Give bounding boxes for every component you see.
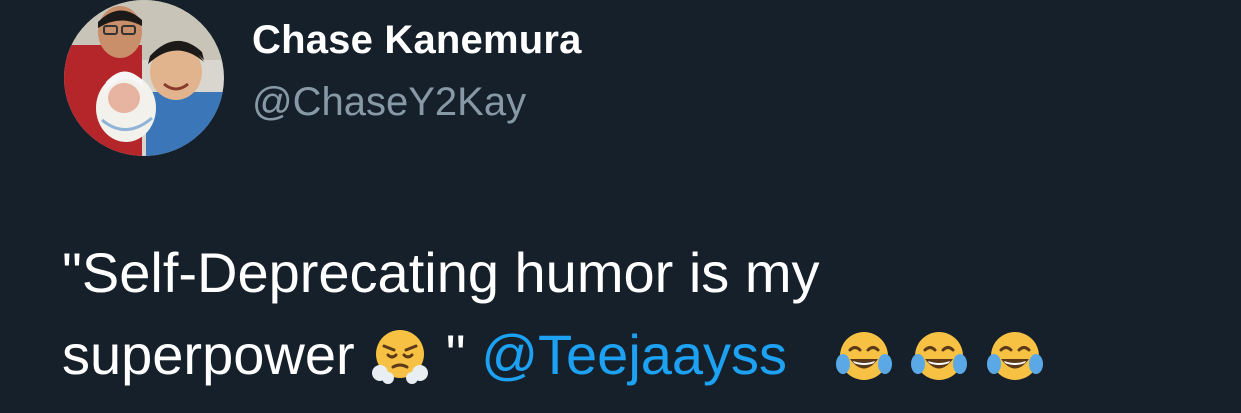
- face-with-tears-of-joy-icon: [909, 328, 969, 384]
- author-display-name[interactable]: Chase Kanemura: [252, 18, 582, 63]
- tweet-card: Chase Kanemura @ChaseY2Kay "Self-Depreca…: [0, 0, 1241, 413]
- face-with-tears-of-joy-icon: [834, 328, 894, 384]
- author-handle[interactable]: @ChaseY2Kay: [252, 80, 526, 125]
- tweet-text-line-1: "Self-Deprecating humor is my: [62, 241, 820, 304]
- family-photo-avatar-icon: [64, 0, 224, 156]
- tweet-text-quote-close: ": [445, 323, 466, 386]
- face-with-tears-of-joy-icon: [985, 328, 1045, 384]
- tweet-body: "Self-Deprecating humor is my superpower…: [62, 232, 1212, 396]
- face-with-steam-from-nose-icon: [370, 328, 430, 384]
- mention-link[interactable]: @Teejaayss: [481, 323, 787, 386]
- author-avatar[interactable]: [64, 0, 224, 156]
- tweet-text-line-2: superpower " @Teejaayss: [62, 314, 1212, 396]
- tweet-text-superpower: superpower: [62, 323, 355, 386]
